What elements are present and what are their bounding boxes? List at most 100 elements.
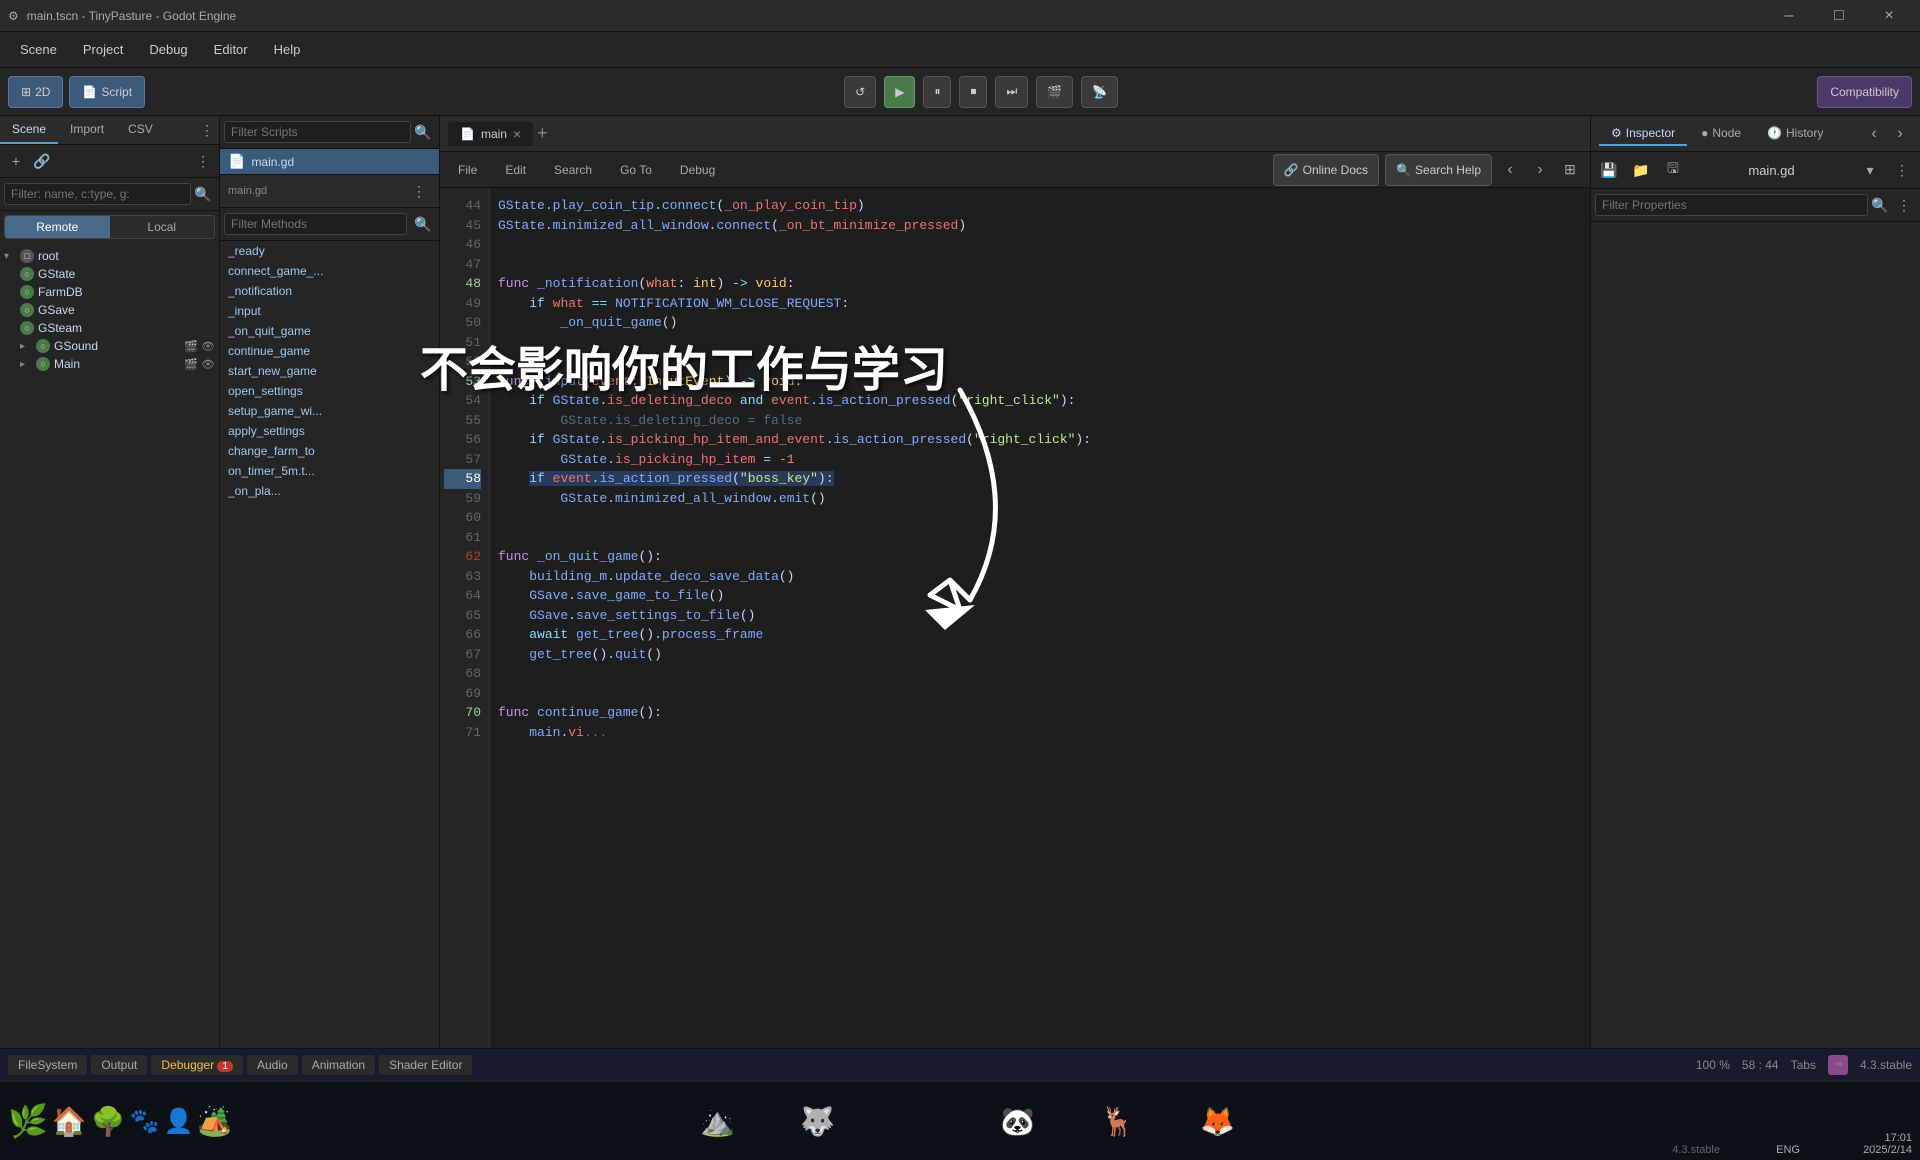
step-button[interactable]: ⏭ <box>995 76 1028 108</box>
nav-next-button[interactable]: › <box>1528 158 1552 182</box>
gsave-icon: ○ <box>20 303 34 317</box>
menu-project[interactable]: Project <box>71 38 135 61</box>
scripts-filter-input[interactable] <box>224 121 411 143</box>
method-setup-game[interactable]: setup_game_wi... <box>220 401 439 421</box>
filter-properties-input[interactable] <box>1595 194 1868 216</box>
datetime-display: 17:012025/2/14 <box>1863 1132 1912 1156</box>
script-item-main[interactable]: 📄 main.gd <box>220 149 439 174</box>
tab-node[interactable]: ● Node <box>1689 122 1753 146</box>
tab-filesystem[interactable]: FileSystem <box>8 1055 87 1075</box>
tab-shader-editor[interactable]: Shader Editor <box>379 1055 472 1075</box>
method-start-new[interactable]: start_new_game <box>220 361 439 381</box>
filter-props-search-button[interactable]: 🔍 <box>1868 193 1892 217</box>
cursor-position: 58 : 44 <box>1742 1058 1779 1072</box>
tab-inspector[interactable]: ⚙ Inspector <box>1599 122 1687 146</box>
close-button[interactable]: × <box>1866 0 1912 32</box>
inspector-save2-button[interactable]: 🖫 <box>1659 156 1687 184</box>
menu-debug[interactable]: Debug <box>137 38 199 61</box>
menu-scene[interactable]: Scene <box>8 38 69 61</box>
menu-help[interactable]: Help <box>262 38 313 61</box>
method-timer-5m[interactable]: on_timer_5m.t... <box>220 461 439 481</box>
search-menu-button[interactable]: Search <box>544 160 602 180</box>
filter-search-icon[interactable]: 🔍 <box>191 182 215 206</box>
tab-debugger[interactable]: Debugger 1 <box>151 1055 243 1075</box>
scripts-search-button[interactable]: 🔍 <box>411 120 435 144</box>
tab-main[interactable]: 📄 main × <box>448 122 533 146</box>
method-continue[interactable]: continue_game <box>220 341 439 361</box>
tree-item-gstate[interactable]: ○ GState <box>0 265 219 283</box>
titlebar-controls[interactable]: – □ × <box>1766 0 1912 32</box>
tab-history[interactable]: 🕐 History <box>1755 122 1835 146</box>
line-numbers: 44454647 48 49505152 53 54555657 58 5960… <box>440 188 490 1048</box>
scene-filter-input[interactable] <box>4 183 191 205</box>
inspector-dropdown-button[interactable]: ▾ <box>1856 156 1884 184</box>
statusbar-right: 100 % 58 : 44 Tabs ⇥ 4.3.stable <box>1696 1055 1912 1075</box>
methods-search-button[interactable]: 🔍 <box>411 212 435 236</box>
tab-import[interactable]: Import <box>58 116 116 144</box>
methods-filter-input[interactable] <box>224 213 407 235</box>
link-button[interactable]: 🔗 <box>30 149 54 173</box>
method-notification[interactable]: _notification <box>220 281 439 301</box>
local-button[interactable]: Local <box>110 216 215 238</box>
code-area[interactable]: 44454647 48 49505152 53 54555657 58 5960… <box>440 188 1590 1048</box>
search-help-button[interactable]: 🔍 Search Help <box>1385 154 1492 186</box>
add-node-button[interactable]: + <box>4 149 28 173</box>
minimize-button[interactable]: – <box>1766 0 1812 32</box>
methods-options-button[interactable]: ⋮ <box>407 179 431 203</box>
tab-audio[interactable]: Audio <box>247 1055 298 1075</box>
pause-button[interactable]: ⏸ <box>923 76 951 108</box>
tree-item-farmdb[interactable]: ○ FarmDB <box>0 283 219 301</box>
nav-prev-button[interactable]: ‹ <box>1498 158 1522 182</box>
system-tray: ENG <box>1776 1144 1800 1156</box>
code-content[interactable]: GState.play_coin_tip.connect(_on_play_co… <box>490 188 1590 1048</box>
editor-toggle-button[interactable]: ⊞ <box>1558 158 1582 182</box>
scene-options-button[interactable]: ⋮ <box>191 149 215 173</box>
method-connect[interactable]: connect_game_... <box>220 261 439 281</box>
tab-scene[interactable]: Scene <box>0 116 58 144</box>
mode-script-button[interactable]: 📄 Script <box>69 76 145 108</box>
method-change-farm[interactable]: change_farm_to <box>220 441 439 461</box>
file-menu-button[interactable]: File <box>448 160 487 180</box>
method-input[interactable]: _input <box>220 301 439 321</box>
goto-menu-button[interactable]: Go To <box>610 160 662 180</box>
nav-forward-button[interactable]: › <box>1888 122 1912 146</box>
tab-output[interactable]: Output <box>91 1055 147 1075</box>
debug-menu-button[interactable]: Debug <box>670 160 725 180</box>
titlebar: ⚙ main.tscn - TinyPasture - Godot Engine… <box>0 0 1920 32</box>
remote-debug-button[interactable]: 📡 <box>1081 76 1118 108</box>
movie-button[interactable]: 🎬 <box>1036 76 1073 108</box>
method-open-settings[interactable]: open_settings <box>220 381 439 401</box>
menu-editor[interactable]: Editor <box>202 38 260 61</box>
tab-close-button[interactable]: × <box>513 126 521 142</box>
nav-back-button[interactable]: ‹ <box>1862 122 1886 146</box>
tree-item-gsave[interactable]: ○ GSave <box>0 301 219 319</box>
godot-version-bottom: 4.3.stable <box>1672 1144 1720 1156</box>
tree-item-main[interactable]: ▸ ○ Main 🎬 👁 <box>0 355 219 373</box>
method-apply-settings[interactable]: apply_settings <box>220 421 439 441</box>
tab-csv[interactable]: CSV <box>116 116 165 144</box>
compatibility-button[interactable]: Compatibility <box>1817 76 1912 108</box>
maximize-button[interactable]: □ <box>1816 0 1862 32</box>
inspector-icon: ⚙ <box>1611 126 1622 140</box>
scene-menu-button[interactable]: ⋮ <box>195 118 219 142</box>
tree-item-gsteam[interactable]: ○ GSteam <box>0 319 219 337</box>
gsteam-icon: ○ <box>20 321 34 335</box>
tree-item-root[interactable]: ▾ □ root <box>0 247 219 265</box>
inspector-save-button[interactable]: 💾 <box>1595 156 1623 184</box>
play-button[interactable]: ▶ <box>884 76 915 108</box>
filter-props-options-button[interactable]: ⋮ <box>1892 193 1916 217</box>
tab-add-button[interactable]: + <box>537 123 548 144</box>
edit-menu-button[interactable]: Edit <box>495 160 536 180</box>
inspector-options-button[interactable]: ⋮ <box>1888 156 1916 184</box>
method-on-quit[interactable]: _on_quit_game <box>220 321 439 341</box>
online-docs-button[interactable]: 🔗 Online Docs <box>1273 154 1379 186</box>
reload-button[interactable]: ↺ <box>844 76 876 108</box>
tab-animation[interactable]: Animation <box>302 1055 375 1075</box>
method-ready[interactable]: _ready <box>220 241 439 261</box>
method-on-pla[interactable]: _on_pla... <box>220 481 439 501</box>
tree-item-gsound[interactable]: ▸ ○ GSound 🎬 👁 <box>0 337 219 355</box>
inspector-folder-button[interactable]: 📁 <box>1627 156 1655 184</box>
remote-button[interactable]: Remote <box>5 216 110 238</box>
stop-button[interactable]: ⏹ <box>959 76 987 108</box>
mode-2d-button[interactable]: ⊞ 2D <box>8 76 63 108</box>
